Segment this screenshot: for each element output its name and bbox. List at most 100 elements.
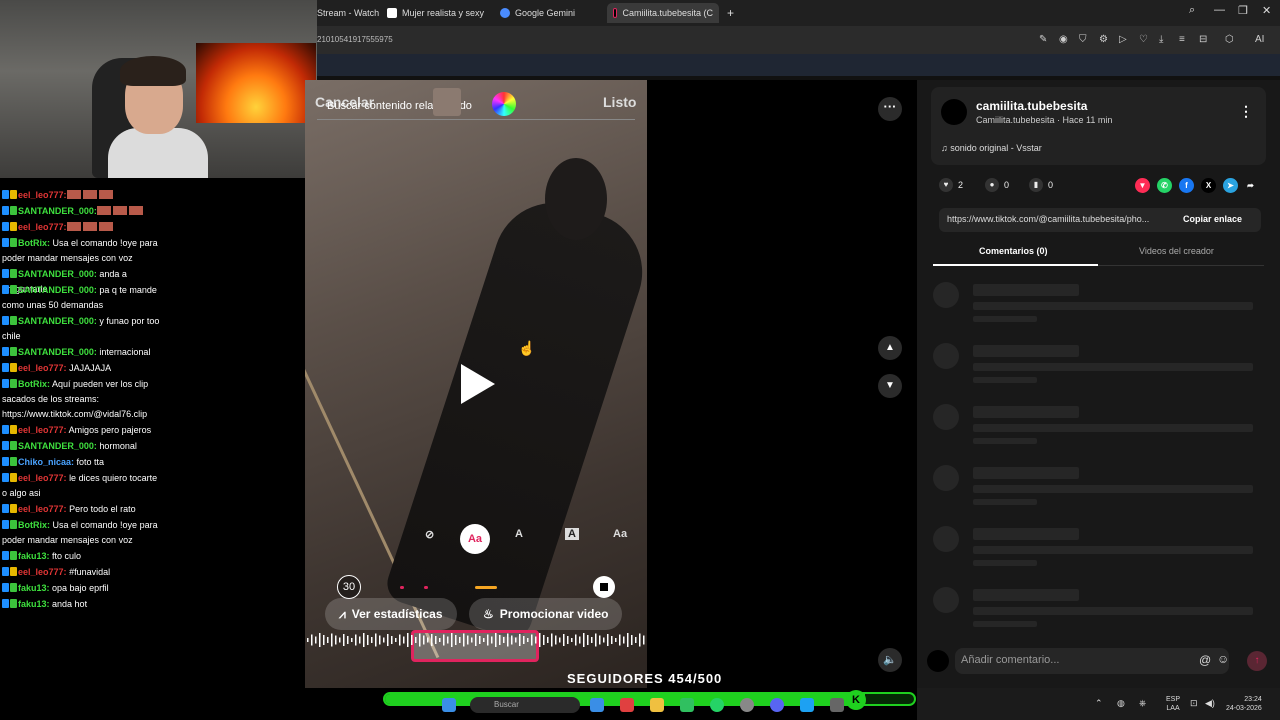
whatsapp-icon[interactable]: ✆ (1157, 178, 1172, 193)
text-bg-button[interactable]: A (565, 528, 579, 540)
chat-username[interactable]: SANTANDER_000: (18, 269, 97, 279)
close-icon[interactable]: ✕ (1262, 4, 1271, 17)
text-align-button[interactable]: A (515, 528, 523, 540)
facebook-icon[interactable]: f (1179, 178, 1194, 193)
chat-username[interactable]: faku13: (18, 599, 50, 609)
language-indicator[interactable]: ESP LAA (1166, 695, 1180, 713)
tab-mujer[interactable]: Mujer realista y sexy (387, 3, 492, 23)
tab-stream[interactable]: Stream - Watch (317, 3, 379, 23)
chat-username[interactable]: BotRix: (18, 238, 50, 248)
maximize-icon[interactable]: ❐ (1238, 4, 1248, 17)
mention-icon[interactable]: @ (1199, 653, 1211, 667)
chat-username[interactable]: SANTANDER_000: (18, 316, 97, 326)
shield-icon[interactable]: ⛉ (1079, 34, 1087, 45)
chat-username[interactable]: BotRix: (18, 520, 50, 530)
microphone-icon[interactable]: ⎈ (1139, 698, 1146, 709)
chat-username[interactable]: eel_leo777: (18, 222, 67, 232)
chat-username[interactable]: Chiko_nicaa: (18, 457, 74, 467)
chat-username[interactable]: eel_leo777: (18, 504, 67, 514)
stop-button[interactable] (593, 576, 615, 598)
timer-button[interactable]: 30 (337, 575, 361, 599)
tab-creator-videos[interactable]: Videos del creador (1139, 246, 1214, 256)
chevron-up-icon[interactable]: ⌃ (1095, 698, 1103, 709)
creator-username[interactable]: camiilita.tubebesita (976, 99, 1087, 113)
chat-username[interactable]: BotRix: (18, 379, 50, 389)
play-icon[interactable] (461, 364, 495, 404)
avatar[interactable] (941, 99, 967, 125)
chat-message: SANTANDER_000: internacional (2, 345, 162, 360)
address-bar[interactable]: 21010541917555975 ✎ ◉ ⛉ ⚙ ▷ ♡ ⤓ ≡ ⊟ ⬡ AI (317, 26, 1280, 54)
chat-username[interactable]: SANTANDER_000: (18, 347, 97, 357)
windows-start-icon[interactable] (442, 698, 456, 712)
text-style-selected[interactable]: Aa (460, 524, 490, 554)
menu-icon[interactable]: ≡ (1179, 34, 1185, 45)
comment-button[interactable]: ● 0 (985, 178, 1009, 192)
send-icon[interactable]: ↑ (1247, 651, 1267, 671)
edit-icon[interactable]: ✎ (1039, 34, 1047, 45)
volume-icon[interactable]: 🔈 (878, 648, 902, 672)
tab-gemini[interactable]: Google Gemini (500, 3, 600, 23)
done-button[interactable]: Listo (603, 94, 636, 110)
taskbar-app-icon[interactable] (830, 698, 844, 712)
cube-icon[interactable]: ⬡ (1225, 34, 1234, 45)
music-label[interactable]: ♫ sonido original - Vsstar (941, 143, 1042, 153)
taskbar-app-icon[interactable] (590, 698, 604, 712)
taskbar-app-icon[interactable] (770, 698, 784, 712)
player-icon[interactable]: ▷ (1119, 34, 1127, 45)
chat-username[interactable]: eel_leo777: (18, 473, 67, 483)
search-icon[interactable]: ⌕ (1189, 4, 1195, 17)
taskbar-app-icon[interactable] (710, 698, 724, 712)
chat-username[interactable]: SANTANDER_000: (18, 441, 97, 451)
taskbar-app-icon[interactable] (800, 698, 814, 712)
save-button[interactable]: ▮ 0 (1029, 178, 1053, 192)
chat-username[interactable]: faku13: (18, 551, 50, 561)
taskbar-app-icon[interactable] (620, 698, 634, 712)
repost-icon[interactable]: ▼ (1135, 178, 1150, 193)
previous-video-button[interactable]: ▲ (878, 336, 902, 360)
chat-username[interactable]: faku13: (18, 583, 50, 593)
copy-link-button[interactable]: Copiar enlace (1183, 214, 1242, 224)
chat-message: BotRix: Usa el comando !oye para poder m… (2, 518, 162, 548)
font-button[interactable]: Aa (613, 528, 627, 540)
hide-icon[interactable]: ⊘ (425, 528, 434, 541)
kebab-menu-icon[interactable]: ⋮ (1239, 103, 1253, 120)
minimize-icon[interactable]: — (1214, 4, 1225, 16)
taskbar-app-icon[interactable] (740, 698, 754, 712)
ai-button[interactable]: AI (1255, 34, 1264, 45)
camera-icon[interactable]: ◉ (1059, 34, 1068, 45)
video-link[interactable]: https://www.tiktok.com/@camiilita.tubebe… (947, 214, 1172, 224)
taskbar-app-icon[interactable] (650, 698, 664, 712)
stats-button[interactable]: ⩘ Ver estadísticas (325, 598, 457, 630)
network-icon[interactable]: ⊡ (1190, 698, 1198, 709)
next-video-button[interactable]: ▼ (878, 374, 902, 398)
telegram-icon[interactable]: ➤ (1223, 178, 1238, 193)
tab-comments[interactable]: Comentarios (0) (979, 246, 1048, 256)
chat-username[interactable]: eel_leo777: (18, 190, 67, 200)
chat-username[interactable]: eel_leo777: (18, 363, 67, 373)
chat-username[interactable]: eel_leo777: (18, 567, 67, 577)
extension-icon[interactable]: ⚙ (1099, 34, 1108, 45)
x-icon[interactable]: X (1201, 178, 1216, 193)
sticker-thumbnail[interactable] (433, 88, 461, 116)
clock[interactable]: 23:24 24-03-2026 (1226, 695, 1262, 713)
more-options-icon[interactable]: ··· (878, 97, 902, 121)
heart-icon[interactable]: ♡ (1139, 34, 1148, 45)
comment-input[interactable]: Añadir comentario... @ ☺ (955, 648, 1229, 674)
new-tab-button[interactable]: + (727, 3, 741, 23)
chat-username[interactable]: SANTANDER_000: (18, 285, 97, 295)
tab-tiktok[interactable]: Camiilita.tubebesita (C (607, 3, 719, 23)
download-icon[interactable]: ⤓ (1159, 34, 1163, 45)
share-icon[interactable]: ➦ (1243, 178, 1258, 193)
url-text[interactable]: 21010541917555975 (317, 35, 393, 44)
speaker-icon[interactable]: ◀) (1205, 698, 1215, 709)
emoji-icon[interactable]: ☺ (1217, 652, 1229, 666)
like-button[interactable]: ♥ 2 (939, 178, 963, 192)
promote-button[interactable]: ♨ Promocionar video (469, 598, 623, 630)
chat-username[interactable]: SANTANDER_000: (18, 206, 97, 216)
taskbar-search[interactable]: Buscar (470, 697, 580, 713)
chat-username[interactable]: eel_leo777: (18, 425, 67, 435)
taskbar-app-icon[interactable] (680, 698, 694, 712)
app-tray-icon[interactable]: ◍ (1117, 698, 1125, 709)
lock-icon[interactable]: ⊟ (1199, 34, 1207, 45)
color-picker-icon[interactable] (492, 92, 516, 116)
